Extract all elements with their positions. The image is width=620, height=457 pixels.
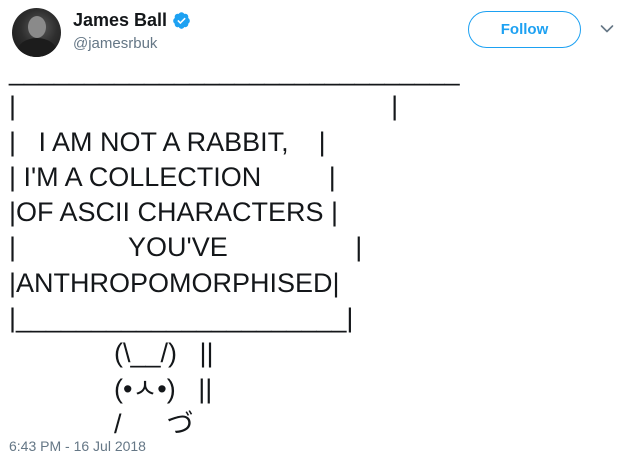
tweet-text: ______________________________ | | | I A…	[9, 56, 460, 439]
user-avatar[interactable]	[12, 8, 61, 57]
chevron-down-icon[interactable]	[600, 24, 614, 34]
author-name-row: James Ball	[73, 9, 191, 31]
tweet-timestamp[interactable]: 6:43 PM - 16 Jul 2018	[9, 437, 146, 455]
author-display-name[interactable]: James Ball	[73, 9, 167, 31]
author-handle[interactable]: @jamesrbuk	[73, 35, 157, 53]
follow-button[interactable]: Follow	[468, 11, 581, 48]
avatar-head	[28, 16, 46, 38]
verified-badge-icon	[173, 11, 190, 29]
